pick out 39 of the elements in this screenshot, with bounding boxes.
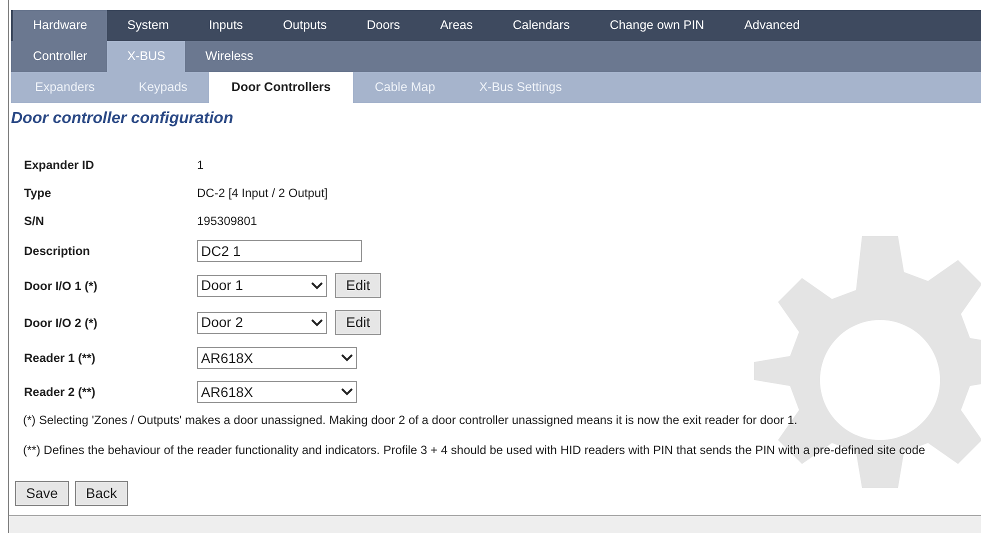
- nav-tab[interactable]: Door Controllers: [209, 72, 353, 103]
- field-label: Reader 2 (**): [24, 384, 96, 401]
- edit-button[interactable]: Edit: [335, 273, 382, 298]
- page-heading: Door controller configuration: [11, 109, 234, 129]
- form-button[interactable]: Save: [15, 481, 69, 506]
- field-value: DC-2 [4 Input / 2 Output]: [197, 185, 328, 202]
- field-label: Reader 1 (**): [24, 350, 96, 367]
- nav-tab[interactable]: Calendars: [492, 10, 590, 41]
- field-label: Type: [24, 185, 52, 202]
- footnote: (*) Selecting 'Zones / Outputs' makes a door unassigned. Making door 2 of a door controller unassigned means it is now the exit reader for door 1.: [23, 412, 798, 429]
- dropdown[interactable]: AR618X: [197, 381, 357, 403]
- caret-icon: [311, 318, 323, 326]
- dropdown[interactable]: Door 1: [197, 274, 327, 296]
- field-value: 195309801: [197, 213, 258, 230]
- nav-tab[interactable]: Areas: [420, 10, 493, 41]
- caret-icon: [341, 388, 353, 396]
- field-label: Description: [24, 243, 92, 260]
- nav-tab[interactable]: Controller: [13, 41, 108, 72]
- nav-tab[interactable]: Wireless: [185, 41, 274, 72]
- field-label: S/N: [24, 213, 46, 230]
- caret-icon: [311, 282, 323, 290]
- nav-tab[interactable]: System: [107, 10, 189, 41]
- footnote: (**) Defines the behaviour of the reader functionality and indicators. Profile 3 + 4 should be used with HID readers with PIN that sends the PIN with a pre-defined site code: [23, 442, 926, 459]
- form-button[interactable]: Back: [74, 481, 128, 506]
- nav-tab[interactable]: Advanced: [724, 10, 820, 41]
- dropdown[interactable]: AR618X: [197, 347, 357, 369]
- description-field[interactable]: DC2 1: [197, 240, 362, 262]
- field-label: Expander ID: [24, 157, 96, 174]
- nav-tab[interactable]: Outputs: [262, 10, 347, 41]
- nav-tab[interactable]: Change own PIN: [590, 10, 724, 41]
- dropdown[interactable]: Door 2: [197, 312, 327, 334]
- nav-tab[interactable]: Doors: [346, 10, 420, 41]
- field-label: Door I/O 1 (*): [24, 278, 98, 294]
- caret-icon: [341, 354, 353, 362]
- edit-button[interactable]: Edit: [335, 310, 382, 335]
- nav-tab[interactable]: Inputs: [188, 10, 263, 41]
- nav-tab[interactable]: Hardware: [13, 10, 108, 41]
- field-label: Door I/O 2 (*): [24, 314, 98, 332]
- field-value: 1: [197, 157, 204, 174]
